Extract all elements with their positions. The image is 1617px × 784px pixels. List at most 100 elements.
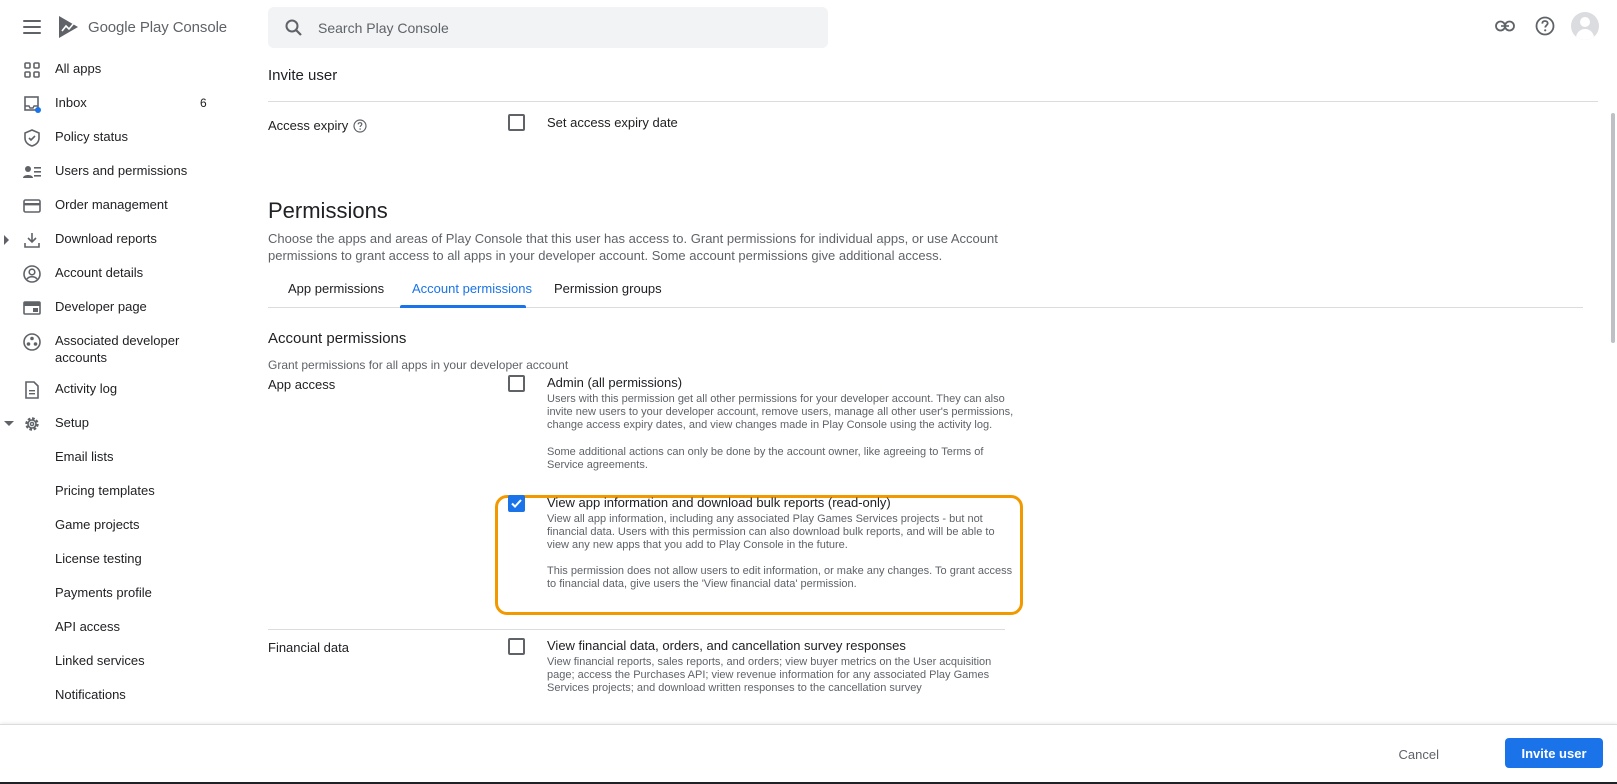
sidebar-item-label: Activity log — [55, 381, 118, 396]
sidebar-item-label: Payments profile — [55, 585, 152, 600]
sidebar: Google Play Console All apps Inbox 6 Pol… — [0, 0, 250, 724]
permissions-title: Permissions — [268, 198, 388, 223]
sidebar-item-setup[interactable]: Setup — [0, 407, 250, 441]
cancel-button[interactable]: Cancel — [1389, 738, 1449, 770]
search-bar[interactable] — [268, 7, 828, 48]
scrollbar[interactable] — [1611, 113, 1615, 343]
permissions-description: Choose the apps and areas of Play Consol… — [268, 231, 998, 263]
sidebar-item-pricing-templates[interactable]: Pricing templates — [0, 475, 250, 509]
access-expiry-checkbox[interactable] — [508, 114, 525, 131]
sidebar-item-label: Download reports — [55, 231, 157, 246]
sidebar-item-account-details[interactable]: Account details — [0, 257, 250, 291]
inbox-count-badge: 6 — [200, 96, 207, 110]
sidebar-item-payments-profile[interactable]: Payments profile — [0, 577, 250, 611]
footer-bar: Cancel Invite user — [0, 724, 1617, 784]
tab-app-permissions[interactable]: App permissions — [288, 281, 384, 296]
help-circle-icon[interactable] — [353, 118, 367, 133]
collapse-caret-icon[interactable] — [4, 421, 14, 426]
permission-tabs: App permissions Account permissions Perm… — [268, 272, 1583, 308]
sidebar-item-order-management[interactable]: Order management — [0, 189, 250, 223]
developer-page-icon — [22, 298, 42, 318]
document-icon — [22, 380, 42, 400]
sidebar-item-label: Users and permissions — [55, 163, 188, 178]
sidebar-nav: All apps Inbox 6 Policy status Users and… — [0, 53, 250, 713]
users-icon — [22, 162, 42, 182]
gear-icon — [22, 414, 42, 434]
play-console-logo[interactable] — [56, 14, 82, 40]
sidebar-item-game-projects[interactable]: Game projects — [0, 509, 250, 543]
credit-card-icon — [22, 196, 42, 216]
tab-account-permissions[interactable]: Account permissions — [412, 281, 532, 296]
account-permissions-title: Account permissions — [268, 330, 407, 347]
financial-data-label: Financial data — [268, 640, 349, 655]
link-icon[interactable] — [1491, 12, 1519, 40]
brand-console: Console — [172, 18, 228, 36]
checkmark-icon — [511, 499, 522, 508]
sidebar-item-label: License testing — [55, 551, 142, 566]
admin-checkbox-label[interactable]: Admin (all permissions) — [547, 375, 682, 390]
financial-data-checkbox-label[interactable]: View financial data, orders, and cancell… — [547, 638, 906, 653]
sidebar-item-label: Developer page — [55, 299, 147, 314]
brand-google: Google Play — [88, 18, 169, 36]
sidebar-item-label: Game projects — [55, 517, 140, 532]
access-expiry-label: Access expiry — [268, 118, 367, 133]
financial-data-checkbox[interactable] — [508, 638, 525, 655]
sidebar-item-email-lists[interactable]: Email lists — [0, 441, 250, 475]
search-icon — [285, 19, 302, 36]
top-bar-actions — [1479, 12, 1617, 40]
sidebar-item-label: Associated developer accounts — [55, 333, 180, 365]
sidebar-item-license-testing[interactable]: License testing — [0, 543, 250, 577]
view-app-info-description: View all app information, including any … — [547, 513, 995, 551]
brand: Google Play Console — [20, 12, 227, 42]
sidebar-item-label: Notifications — [55, 687, 126, 702]
page-title: Invite user — [268, 67, 338, 84]
sidebar-item-label: Policy status — [55, 129, 128, 144]
sidebar-item-linked-services[interactable]: Linked services — [0, 645, 250, 679]
grid-icon — [22, 60, 42, 80]
avatar[interactable] — [1571, 12, 1599, 40]
divider — [268, 629, 1005, 630]
invite-user-button[interactable]: Invite user — [1505, 738, 1603, 768]
sidebar-item-label: Pricing templates — [55, 483, 155, 498]
sidebar-item-download-reports[interactable]: Download reports — [0, 223, 250, 257]
sidebar-item-label: Email lists — [55, 449, 114, 464]
help-icon[interactable] — [1531, 12, 1559, 40]
divider — [268, 101, 1598, 102]
admin-checkbox[interactable] — [508, 375, 525, 392]
tab-permission-groups[interactable]: Permission groups — [554, 281, 662, 296]
inbox-icon — [22, 94, 42, 114]
sidebar-item-inbox[interactable]: Inbox 6 — [0, 87, 250, 121]
download-icon — [22, 230, 42, 250]
active-tab-indicator — [400, 305, 526, 308]
sidebar-item-label: All apps — [55, 61, 102, 76]
expand-caret-icon[interactable] — [4, 235, 9, 245]
main-content: Invite user Access expiry Set access exp… — [268, 55, 1598, 724]
sidebar-item-label: Order management — [55, 197, 168, 212]
sidebar-item-developer-page[interactable]: Developer page — [0, 291, 250, 325]
sidebar-item-label: Setup — [55, 415, 89, 430]
view-app-info-checkbox[interactable] — [508, 495, 525, 512]
admin-description-note: Some additional actions can only be done… — [547, 446, 984, 471]
sidebar-item-label: API access — [55, 619, 121, 634]
view-app-info-checkbox-label[interactable]: View app information and download bulk r… — [547, 495, 891, 510]
sidebar-item-users-and-permissions[interactable]: Users and permissions — [0, 155, 250, 189]
shield-icon — [22, 128, 42, 148]
sidebar-item-label: Account details — [55, 265, 144, 280]
access-expiry-checkbox-label[interactable]: Set access expiry date — [547, 115, 678, 130]
sidebar-item-notifications[interactable]: Notifications — [0, 679, 250, 713]
search-input[interactable] — [318, 19, 798, 36]
view-app-info-description-note: This permission does not allow users to … — [547, 565, 1013, 590]
sidebar-item-activity-log[interactable]: Activity log — [0, 373, 250, 407]
brand-text: Google Play Console — [88, 19, 227, 36]
hamburger-menu-icon[interactable] — [20, 15, 44, 39]
admin-description: Users with this permission get all other… — [547, 393, 1014, 431]
sidebar-item-label: Linked services — [55, 653, 145, 668]
app-access-label: App access — [268, 377, 336, 392]
account-permissions-subtitle: Grant permissions for all apps in your d… — [268, 358, 569, 372]
sidebar-item-api-access[interactable]: API access — [0, 611, 250, 645]
sidebar-item-all-apps[interactable]: All apps — [0, 53, 250, 87]
financial-data-description: View financial reports, sales reports, a… — [547, 656, 992, 694]
sidebar-item-associated-developer-accounts[interactable]: Associated developer accounts — [0, 325, 200, 373]
sidebar-item-policy-status[interactable]: Policy status — [0, 121, 250, 155]
associated-accounts-icon — [22, 332, 42, 352]
